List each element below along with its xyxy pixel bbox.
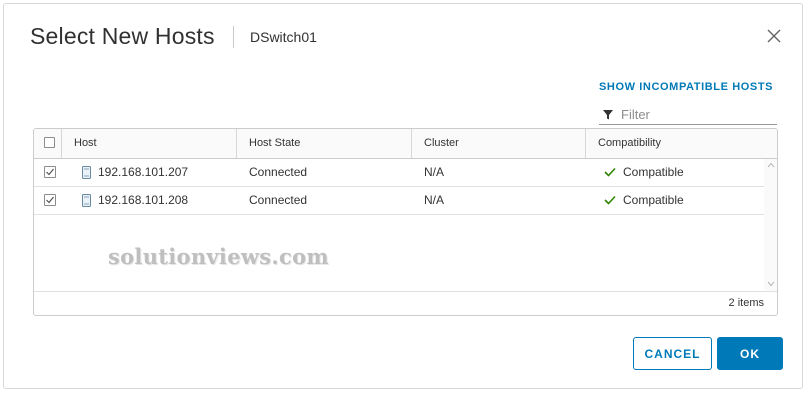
checkmark-icon: [604, 195, 616, 205]
funnel-icon: [603, 110, 613, 120]
host-compatibility: Compatible: [623, 165, 684, 179]
row-checkbox[interactable]: [44, 166, 56, 178]
filter-field[interactable]: [599, 104, 777, 125]
host-icon: [82, 166, 91, 179]
table-row[interactable]: 192.168.101.208 Connected N/A Compatible: [34, 187, 764, 215]
title-divider: [233, 26, 234, 48]
column-header-host-state[interactable]: Host State: [237, 129, 412, 158]
select-all-checkbox[interactable]: [44, 137, 55, 148]
host-compatibility: Compatible: [623, 193, 684, 207]
select-all-cell: [34, 129, 62, 158]
column-header-compatibility[interactable]: Compatibility: [586, 129, 764, 158]
filter-input[interactable]: [621, 105, 771, 123]
item-count: 2 items: [728, 297, 764, 309]
grid-footer: 2 items: [34, 291, 777, 315]
host-cluster: N/A: [424, 165, 445, 179]
ok-button[interactable]: OK: [717, 337, 783, 370]
grid-scrollbar[interactable]: [764, 159, 777, 291]
checkmark-icon: [604, 167, 616, 177]
grid-header: Host Host State Cluster Compatibility: [34, 129, 777, 159]
scroll-up-icon[interactable]: [767, 162, 775, 168]
dialog-subtitle: DSwitch01: [250, 29, 317, 45]
host-cluster: N/A: [424, 193, 445, 207]
dialog-title: Select New Hosts: [30, 23, 215, 49]
scroll-down-icon[interactable]: [767, 281, 775, 287]
host-icon: [82, 194, 91, 207]
row-checkbox[interactable]: [44, 194, 56, 206]
column-header-cluster[interactable]: Cluster: [412, 129, 586, 158]
select-new-hosts-dialog: Select New Hosts DSwitch01 SHOW INCOMPAT…: [3, 3, 803, 389]
host-state: Connected: [249, 193, 308, 207]
close-icon[interactable]: [764, 26, 784, 46]
host-name[interactable]: 192.168.101.208: [98, 187, 188, 214]
host-name[interactable]: 192.168.101.207: [98, 159, 188, 186]
host-state: Connected: [249, 165, 308, 179]
cancel-button[interactable]: CANCEL: [633, 337, 712, 370]
watermark: solutionviews.com: [108, 244, 329, 269]
show-incompatible-hosts-link[interactable]: SHOW INCOMPATIBLE HOSTS: [599, 81, 773, 93]
hosts-grid: Host Host State Cluster Compatibility 19…: [33, 128, 778, 316]
table-row[interactable]: 192.168.101.207 Connected N/A Compatible: [34, 159, 764, 187]
column-header-host[interactable]: Host: [62, 129, 237, 158]
